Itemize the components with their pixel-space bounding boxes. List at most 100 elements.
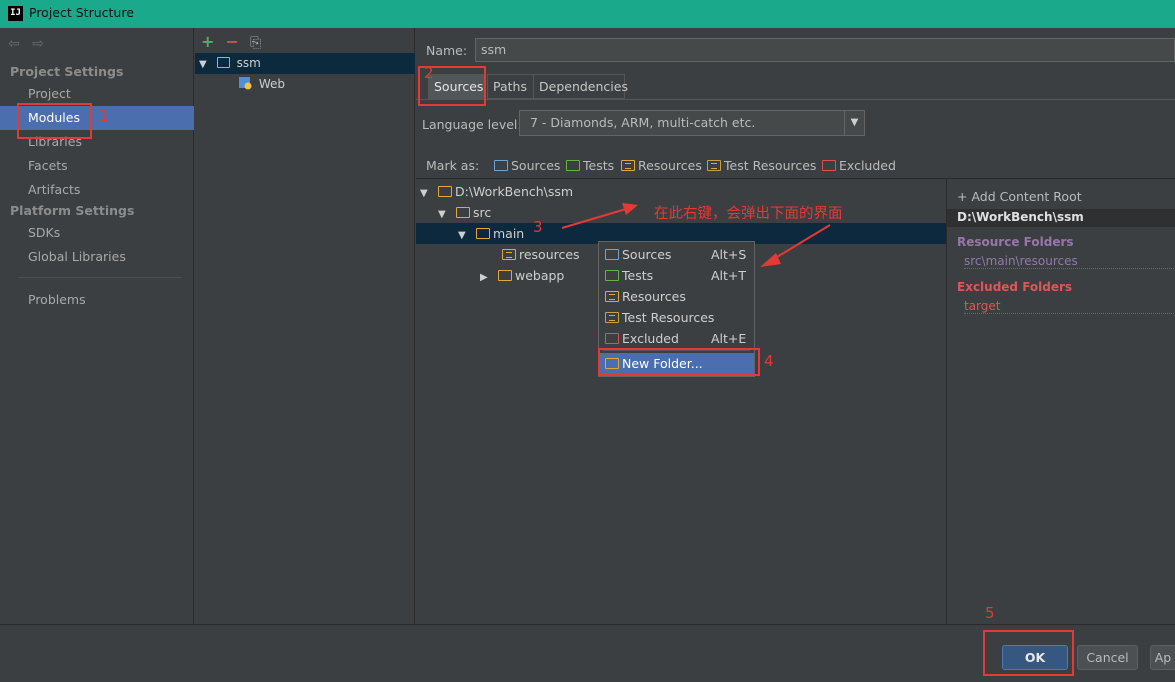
expand-arrow-icon[interactable]: ▼: [420, 183, 434, 204]
menu-item-label: Resources: [622, 289, 686, 304]
language-level-value: 7 - Diamonds, ARM, multi-catch etc.: [530, 115, 756, 130]
intellij-logo-icon: IJ: [8, 6, 23, 21]
excluded-folder-item[interactable]: target: [964, 299, 1175, 314]
add-content-root-link[interactable]: + Add Content Root: [957, 189, 1082, 204]
add-module-icon[interactable]: +: [201, 32, 214, 51]
remove-module-icon[interactable]: −: [226, 32, 239, 51]
tests-folder-icon: [566, 160, 580, 171]
language-level-select[interactable]: 7 - Diamonds, ARM, multi-catch etc. ▼: [519, 110, 865, 136]
menu-item-excluded[interactable]: Excluded Alt+E: [599, 328, 754, 349]
mark-tests-label: Tests: [583, 158, 615, 173]
folder-icon: [497, 270, 512, 281]
mark-sources-label: Sources: [511, 158, 561, 173]
menu-item-label: Tests: [622, 268, 654, 283]
annotation-number-1: 1: [99, 107, 109, 125]
module-label: ssm: [236, 56, 261, 70]
collapse-arrow-icon[interactable]: ▶: [480, 267, 494, 288]
tree-row-label: main: [492, 226, 525, 241]
platform-settings-heading: Platform Settings: [10, 203, 135, 218]
annotation-number-2: 2: [424, 64, 434, 82]
folder-icon: [437, 186, 452, 197]
cancel-button[interactable]: Cancel: [1077, 645, 1138, 670]
tree-row-label: resources: [518, 247, 580, 262]
project-settings-heading: Project Settings: [10, 64, 124, 79]
tests-folder-icon: [605, 270, 619, 281]
module-tree-item-ssm[interactable]: ▼ ssm: [195, 53, 415, 74]
test-resources-folder-icon: [605, 312, 619, 323]
tree-row-label: D:\WorkBench\ssm: [454, 184, 574, 199]
menu-item-label: Test Resources: [622, 310, 715, 325]
module-tree-item-web[interactable]: Web: [195, 74, 415, 95]
expand-arrow-icon[interactable]: ▼: [438, 204, 452, 225]
dropdown-arrow-icon[interactable]: ▼: [844, 111, 864, 135]
sources-folder-icon: [605, 249, 619, 260]
window-title: Project Structure: [29, 5, 134, 20]
annotation-number-4: 4: [764, 352, 774, 370]
module-folder-icon: [216, 57, 230, 68]
resource-folders-heading: Resource Folders: [957, 235, 1074, 249]
mark-as-excluded-button[interactable]: Excluded: [822, 158, 896, 173]
resources-folder-icon: [605, 291, 619, 302]
menu-item-sources[interactable]: Sources Alt+S: [599, 244, 754, 265]
web-facet-icon: [239, 77, 259, 91]
annotation-box-ok: [983, 630, 1074, 676]
title-bar: IJ Project Structure: [0, 0, 1175, 28]
menu-item-test-resources[interactable]: Test Resources: [599, 307, 754, 328]
module-settings-pane: Name: ssm Sources Paths Dependencies Lan…: [416, 28, 1175, 624]
mark-as-tests-button[interactable]: Tests: [566, 158, 614, 173]
shortcut-label: Alt+S: [711, 247, 747, 262]
sidebar-item-artifacts[interactable]: Artifacts: [0, 178, 194, 202]
annotation-box-new-folder: [598, 348, 760, 376]
resource-folder-item[interactable]: src\main\resources: [964, 254, 1175, 269]
menu-item-resources[interactable]: Resources: [599, 286, 754, 307]
resources-folder-icon: [501, 249, 516, 260]
expand-arrow-icon[interactable]: ▼: [199, 54, 213, 75]
language-level-label: Language level:: [422, 117, 522, 132]
apply-button[interactable]: Ap: [1150, 645, 1175, 670]
modules-toolbar: + − ⎘: [201, 32, 261, 51]
menu-item-tests[interactable]: Tests Alt+T: [599, 265, 754, 286]
tab-dependencies[interactable]: Dependencies: [533, 74, 628, 99]
content-root-pane: + Add Content Root D:\WorkBench\ssm Reso…: [946, 178, 1175, 624]
tree-row-label: src: [472, 205, 492, 220]
sidebar-divider: [18, 277, 182, 278]
tree-row-root[interactable]: ▼ D:\WorkBench\ssm: [416, 181, 946, 202]
expand-arrow-icon[interactable]: ▼: [458, 225, 472, 246]
tree-row-label: webapp: [514, 268, 565, 283]
test-resources-folder-icon: [707, 160, 721, 171]
annotation-number-3: 3: [533, 218, 543, 236]
module-name-field[interactable]: ssm: [475, 38, 1175, 62]
sidebar-item-facets[interactable]: Facets: [0, 154, 194, 178]
mark-resources-label: Resources: [638, 158, 702, 173]
annotation-number-5: 5: [985, 604, 995, 622]
sidebar-item-problems[interactable]: Problems: [0, 288, 194, 312]
tab-paths[interactable]: Paths: [487, 74, 539, 99]
mark-as-test-resources-button[interactable]: Test Resources: [707, 158, 816, 173]
excluded-folder-icon: [605, 333, 619, 344]
mark-as-resources-button[interactable]: Resources: [621, 158, 702, 173]
sidebar-item-sdks[interactable]: SDKs: [0, 221, 194, 245]
menu-item-label: Excluded: [622, 331, 679, 346]
name-label: Name:: [426, 43, 468, 58]
annotation-note: 在此右键，会弹出下面的界面: [654, 206, 843, 222]
folder-icon: [475, 228, 490, 239]
forward-arrow-icon[interactable]: ⇨: [32, 36, 44, 52]
menu-item-label: Sources: [622, 247, 672, 262]
shortcut-label: Alt+T: [711, 268, 747, 283]
back-arrow-icon[interactable]: ⇦: [8, 36, 20, 52]
shortcut-label: Alt+E: [711, 331, 747, 346]
resources-folder-icon: [621, 160, 635, 171]
mark-as-label: Mark as:: [426, 158, 480, 173]
annotation-box-modules: [17, 103, 92, 139]
mark-excluded-label: Excluded: [839, 158, 896, 173]
folder-icon: [455, 207, 470, 218]
facet-label: Web: [258, 77, 285, 91]
excluded-folders-heading: Excluded Folders: [957, 280, 1073, 294]
modules-panel: + − ⎘ ▼ ssm Web: [195, 28, 415, 624]
content-root-path: D:\WorkBench\ssm: [947, 209, 1175, 227]
mark-as-sources-button[interactable]: Sources: [494, 158, 560, 173]
sidebar-item-global-libraries[interactable]: Global Libraries: [0, 245, 194, 269]
history-arrows: ⇦ ⇨: [8, 36, 52, 52]
sources-folder-icon: [494, 160, 508, 171]
copy-module-icon[interactable]: ⎘: [250, 35, 261, 51]
